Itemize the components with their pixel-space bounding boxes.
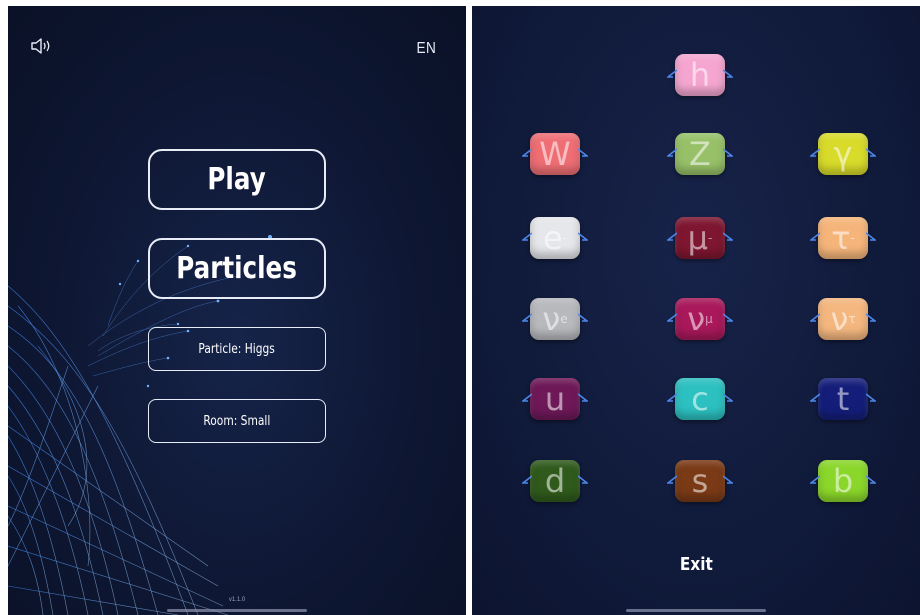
room-setting-button[interactable]: Room: Small	[148, 399, 326, 443]
particle-cube[interactable]: μ-	[667, 217, 733, 259]
arrow-wing-icon	[810, 148, 820, 157]
arrow-wing-icon	[667, 475, 677, 484]
particle-cube[interactable]: b	[810, 460, 876, 502]
particle-cube[interactable]: Z	[667, 133, 733, 175]
arrow-wing-icon	[866, 148, 876, 157]
particle-symbol: γ	[833, 135, 853, 173]
particle-cube[interactable]: e-	[522, 217, 588, 259]
arrow-wing-icon	[723, 69, 733, 78]
arrow-wing-icon	[723, 232, 733, 241]
arrow-wing-icon	[866, 313, 876, 322]
home-indicator	[167, 609, 307, 612]
arrow-wing-icon	[723, 393, 733, 402]
play-button-label: Play	[207, 162, 267, 197]
arrow-wing-icon	[667, 69, 677, 78]
particle-cube[interactable]: γ	[810, 133, 876, 175]
particle-cube[interactable]: u	[522, 378, 588, 420]
arrow-wing-icon	[810, 232, 820, 241]
particle-symbol: W	[539, 135, 571, 173]
particle-symbol: h	[689, 56, 711, 94]
status-bar	[480, 8, 912, 16]
arrow-wing-icon	[866, 232, 876, 241]
particle-cube[interactable]: ντ	[810, 298, 876, 340]
particle-symbol: ν	[542, 300, 561, 338]
particle-flavor: e	[560, 312, 568, 326]
particles-button[interactable]: Particles	[148, 238, 326, 299]
arrow-wing-icon	[723, 475, 733, 484]
arrow-wing-icon	[667, 232, 677, 241]
particle-charge: -	[562, 231, 568, 245]
arrow-wing-icon	[810, 475, 820, 484]
arrow-wing-icon	[866, 475, 876, 484]
version-label: v1.1.0	[228, 597, 246, 603]
particle-cube[interactable]: d	[522, 460, 588, 502]
particle-symbol: Z	[689, 135, 711, 173]
arrow-wing-icon	[810, 313, 820, 322]
particle-symbol: τ	[831, 219, 851, 257]
particle-setting-button[interactable]: Particle: Higgs	[148, 327, 326, 371]
particle-cube[interactable]: h	[667, 54, 733, 96]
arrow-wing-icon	[578, 148, 588, 157]
exit-button-label: Exit	[679, 554, 713, 575]
speaker-icon[interactable]	[30, 37, 54, 60]
particle-cube[interactable]: s	[667, 460, 733, 502]
particle-symbol: c	[691, 380, 709, 418]
particle-symbol: u	[544, 380, 566, 418]
particles-button-label: Particles	[176, 251, 298, 286]
particle-charge: -	[850, 231, 855, 245]
arrow-wing-icon	[522, 475, 532, 484]
particle-symbol: t	[836, 380, 850, 418]
particle-symbol: d	[544, 462, 566, 500]
particle-cube[interactable]: c	[667, 378, 733, 420]
room-setting-label: Room: Small	[203, 413, 271, 429]
particle-charge: -	[708, 231, 713, 245]
arrow-wing-icon	[578, 232, 588, 241]
arrow-wing-icon	[522, 393, 532, 402]
arrow-wing-icon	[723, 313, 733, 322]
particle-symbol: b	[832, 462, 854, 500]
particle-symbol: ν	[687, 300, 706, 338]
particle-cube[interactable]: τ-	[810, 217, 876, 259]
particle-setting-label: Particle: Higgs	[198, 341, 276, 357]
arrow-wing-icon	[578, 393, 588, 402]
particle-field-art	[8, 235, 272, 615]
particle-flavor: τ	[848, 312, 856, 326]
particle-symbol: s	[691, 462, 709, 500]
arrow-wing-icon	[723, 148, 733, 157]
arrow-wing-icon	[667, 313, 677, 322]
play-button[interactable]: Play	[148, 149, 326, 210]
language-selector[interactable]: EN	[416, 40, 436, 58]
particle-symbol: e	[542, 219, 563, 257]
exit-button[interactable]: Exit	[472, 554, 920, 575]
particle-cube[interactable]: t	[810, 378, 876, 420]
particle-symbol: μ	[687, 219, 708, 257]
particle-select-screen: hWZγe-μ-τ-νeνμντuctdsb Exit	[472, 6, 920, 615]
arrow-wing-icon	[522, 232, 532, 241]
arrow-wing-icon	[578, 313, 588, 322]
particle-cube[interactable]: νe	[522, 298, 588, 340]
particle-cube[interactable]: W	[522, 133, 588, 175]
particle-cube[interactable]: νμ	[667, 298, 733, 340]
arrow-wing-icon	[810, 393, 820, 402]
particle-flavor: μ	[705, 312, 713, 326]
arrow-wing-icon	[522, 148, 532, 157]
arrow-wing-icon	[667, 148, 677, 157]
particle-symbol: ν	[830, 300, 849, 338]
home-indicator	[626, 609, 766, 612]
arrow-wing-icon	[522, 313, 532, 322]
arrow-wing-icon	[866, 393, 876, 402]
arrow-wing-icon	[667, 393, 677, 402]
main-menu-screen: EN Play Particles Particle: Higgs Room: …	[8, 6, 466, 615]
arrow-wing-icon	[578, 475, 588, 484]
